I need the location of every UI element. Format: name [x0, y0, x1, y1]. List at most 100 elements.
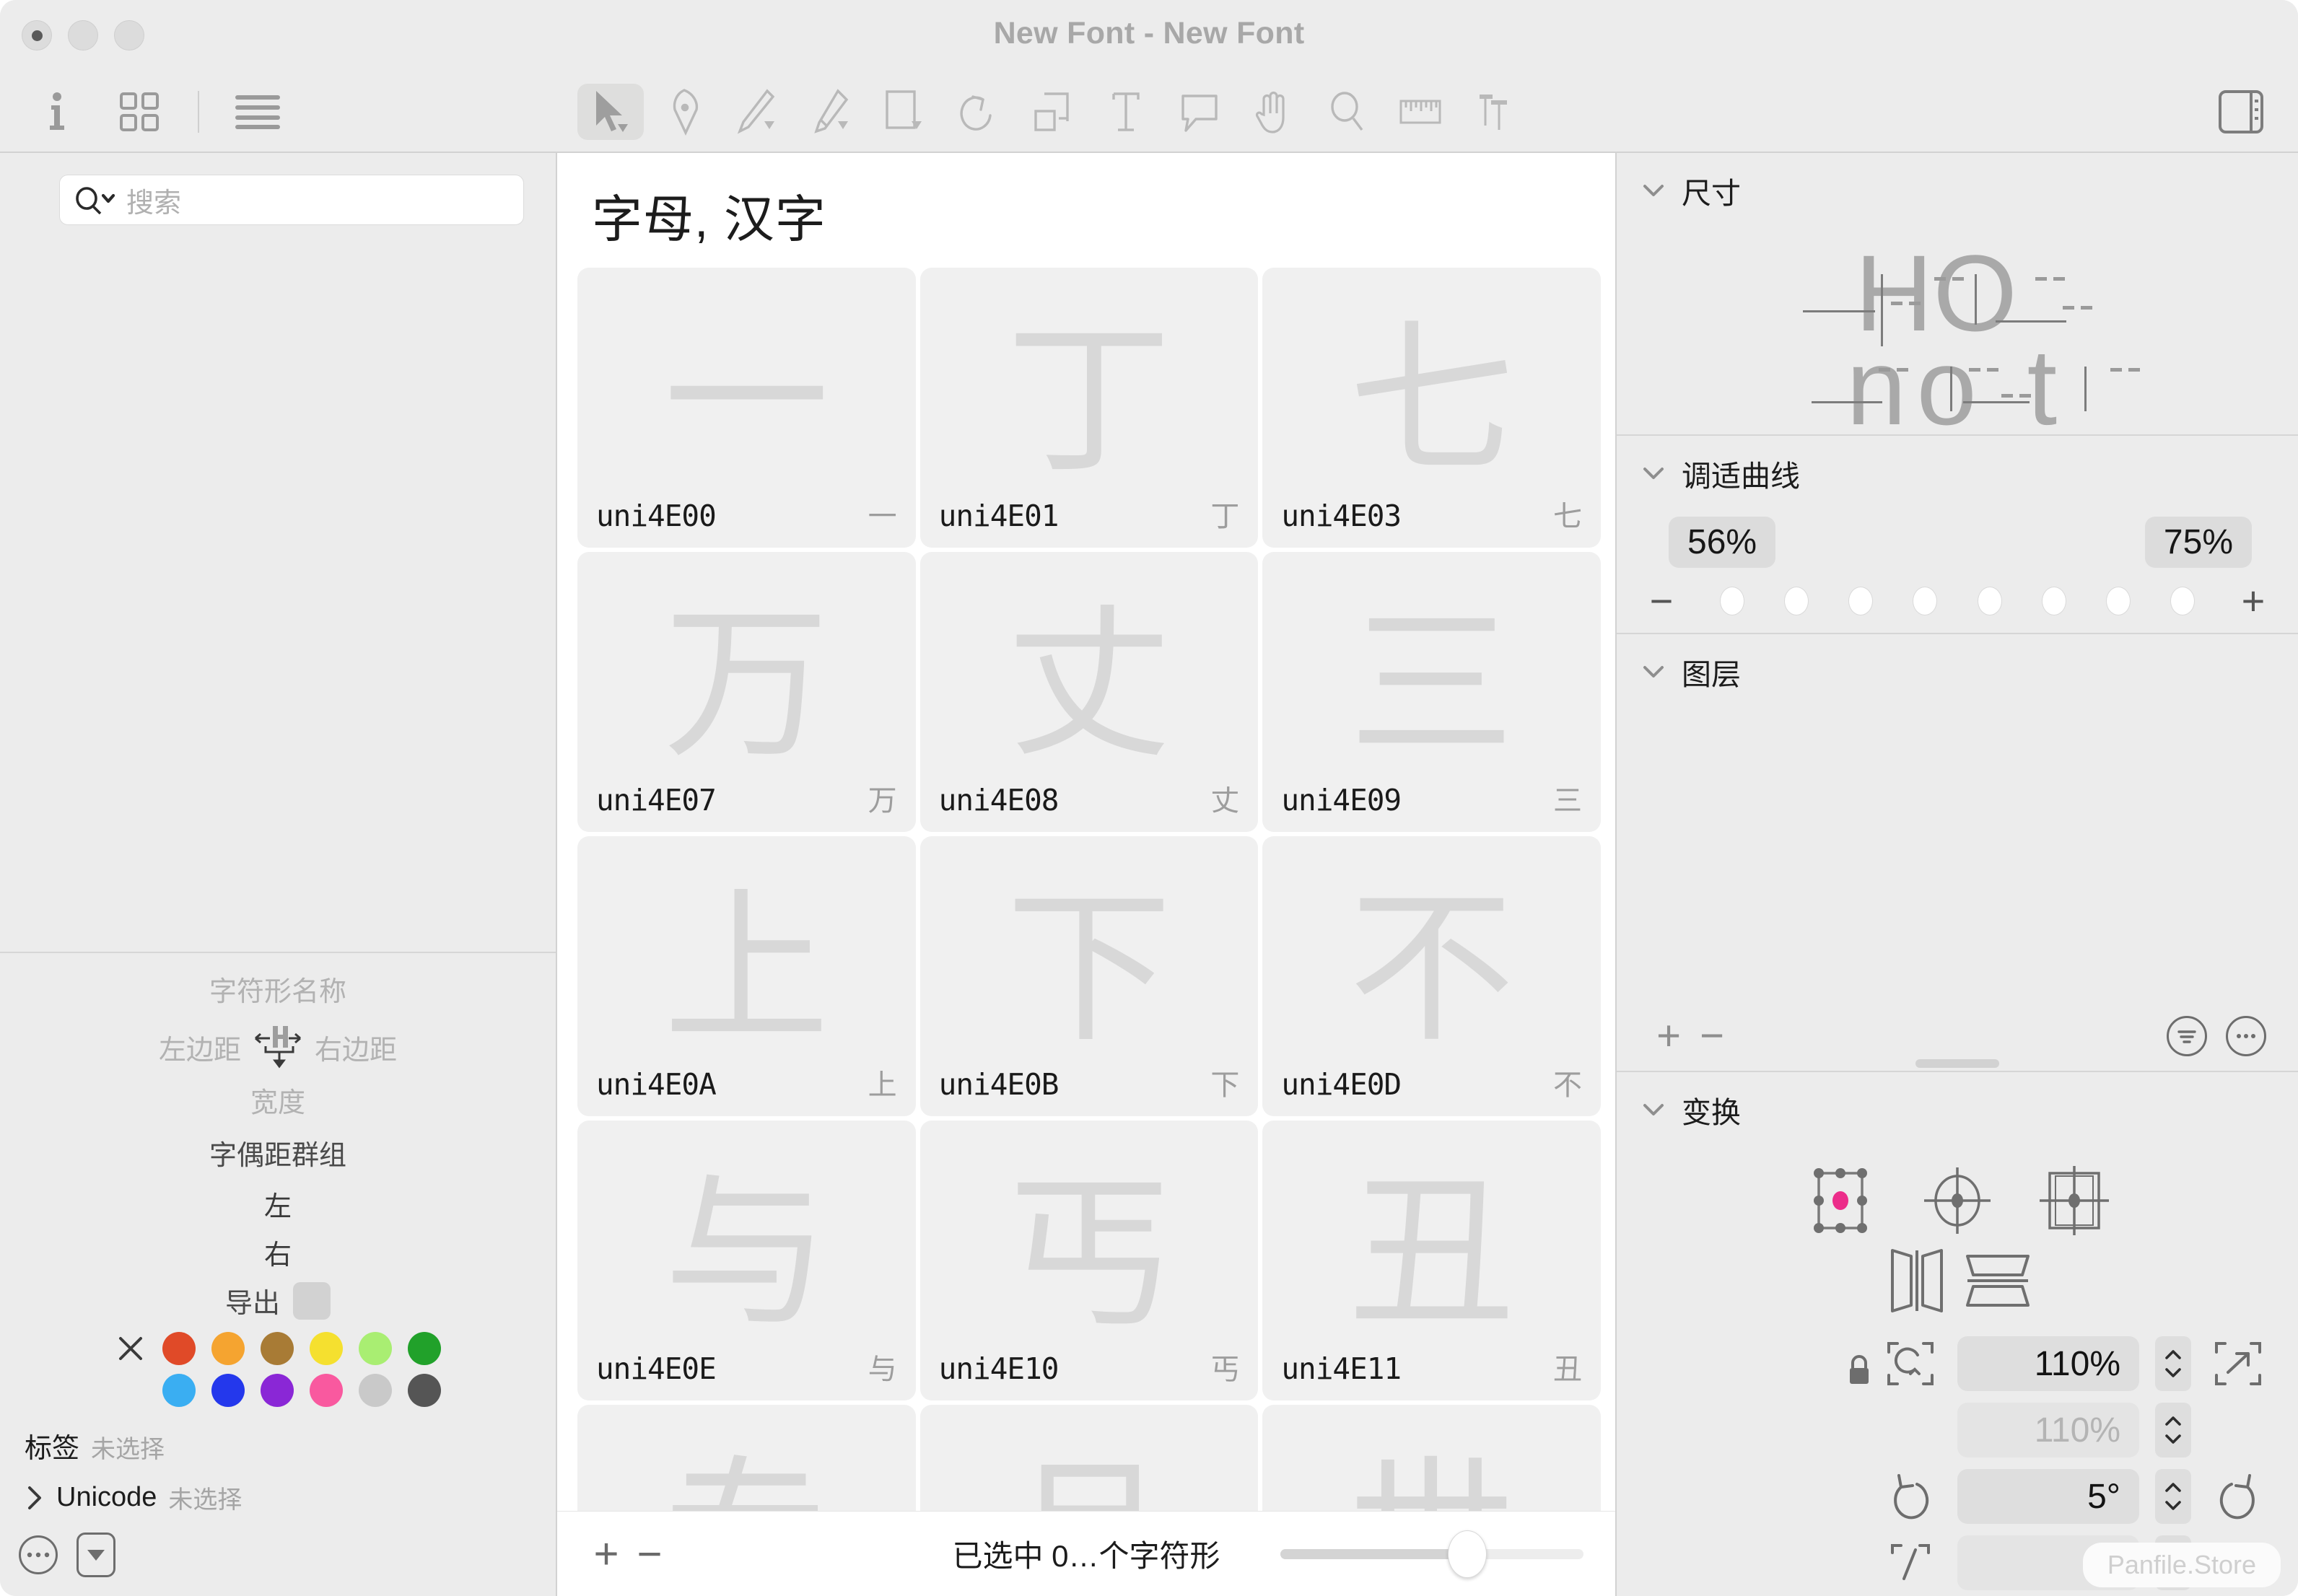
chevron-down-icon[interactable] [1641, 465, 1666, 482]
clear-color-icon[interactable] [115, 1333, 147, 1364]
color-swatch-light-blue[interactable] [162, 1374, 196, 1407]
rotate-tool[interactable] [945, 84, 1012, 140]
curve-left-value[interactable]: 56% [1669, 517, 1776, 568]
search-input[interactable]: 搜索 [59, 175, 524, 225]
layers-section-header[interactable]: 图层 [1617, 634, 2298, 706]
curve-dot[interactable] [1720, 587, 1745, 615]
metric-tick [1891, 302, 1902, 305]
glyph-cell[interactable]: 丑 uni4E11 丑 [1262, 1121, 1601, 1400]
glyph-cell[interactable]: 世 uni4E16 世 [1262, 1405, 1601, 1511]
color-swatch-orange[interactable] [211, 1332, 245, 1365]
color-swatch-dark-gray[interactable] [408, 1374, 441, 1407]
hand-tool[interactable] [1240, 84, 1306, 140]
curve-dot[interactable] [2041, 587, 2066, 615]
curve-dot[interactable] [2105, 587, 2131, 615]
color-swatch-yellow[interactable] [310, 1332, 343, 1365]
glyph-cell[interactable]: 专 uni4E13 专 [577, 1405, 916, 1511]
chevron-down-icon[interactable] [1641, 663, 1666, 680]
lock-icon[interactable] [1846, 1354, 1872, 1387]
add-glyph-button[interactable]: + [585, 1532, 628, 1575]
curve-increase-button[interactable]: + [2234, 581, 2272, 621]
pencil-tool[interactable] [798, 84, 865, 140]
glyph-cell[interactable]: 丈 uni4E08 丈 [919, 552, 1259, 832]
scale-up-icon[interactable] [2207, 1339, 2269, 1388]
color-swatch-purple[interactable] [261, 1374, 294, 1407]
layer-more-icon[interactable] [2226, 1016, 2266, 1056]
remove-layer-button[interactable]: − [1690, 1015, 1734, 1057]
text-tool[interactable] [1093, 84, 1159, 140]
measurement-tool[interactable] [1387, 84, 1454, 140]
glyph-cell[interactable]: 不 uni4E0D 不 [1262, 836, 1601, 1116]
filter-dropdown-button[interactable] [77, 1533, 115, 1577]
info-icon[interactable] [29, 84, 85, 140]
anchor-metrics-icon[interactable] [2037, 1163, 2112, 1242]
export-row: 导出 [0, 1281, 556, 1320]
scale-x-stepper[interactable] [2155, 1336, 2191, 1391]
color-swatch-gray[interactable] [359, 1374, 392, 1407]
scale-y-field[interactable]: 110% [1957, 1403, 2139, 1457]
rotate-stepper[interactable] [2155, 1469, 2191, 1524]
dimensions-section-header[interactable]: 尺寸 [1617, 153, 2298, 225]
shape-tool[interactable] [872, 84, 938, 140]
color-swatch-red[interactable] [162, 1332, 196, 1365]
glyph-cell[interactable]: 七 uni4E03 七 [1262, 268, 1601, 548]
flip-horizontal-icon[interactable] [1882, 1248, 1952, 1317]
rotate-clockwise-icon[interactable] [2207, 1471, 2269, 1522]
more-options-button[interactable] [19, 1535, 58, 1574]
curve-dot[interactable] [1977, 587, 2002, 615]
curve-right-value[interactable]: 75% [2144, 517, 2252, 568]
curve-dot[interactable] [2170, 587, 2195, 615]
flip-vertical-icon[interactable] [1963, 1248, 2032, 1317]
zoom-tool[interactable] [1314, 84, 1380, 140]
curve-decrease-button[interactable]: − [1643, 581, 1680, 621]
toggle-inspector-icon[interactable] [2213, 84, 2269, 140]
glyph-cell[interactable]: 与 uni4E0E 与 [577, 1121, 916, 1400]
export-checkbox[interactable] [293, 1281, 331, 1320]
glyph-size-slider[interactable] [1280, 1530, 1583, 1578]
rotate-counterclockwise-icon[interactable] [1879, 1471, 1941, 1522]
select-tool[interactable] [577, 84, 644, 140]
anchor-bounds-icon[interactable] [1803, 1163, 1878, 1242]
color-swatch-light-green[interactable] [359, 1332, 392, 1365]
anchor-origin-icon[interactable] [1920, 1163, 1995, 1242]
text-cursor-tool[interactable] [1461, 84, 1527, 140]
add-layer-button[interactable]: + [1647, 1015, 1690, 1057]
chevron-down-icon[interactable] [1641, 182, 1666, 199]
glyph-cell[interactable]: 且 uni4E14 且 [919, 1405, 1259, 1511]
list-view-icon[interactable] [230, 84, 286, 140]
glyph-size-slider-knob[interactable] [1448, 1530, 1487, 1578]
glyph-cell[interactable]: 万 uni4E07 万 [577, 552, 916, 832]
glyph-cell[interactable]: 三 uni4E09 三 [1262, 552, 1601, 832]
glyph-cell[interactable]: 上 uni4E0A 上 [577, 836, 916, 1116]
glyph-cell[interactable]: 丐 uni4E10 丐 [919, 1121, 1259, 1400]
annotation-tool[interactable] [1166, 84, 1233, 140]
color-swatch-blue[interactable] [211, 1374, 245, 1407]
scale-tool[interactable] [1019, 84, 1085, 140]
knife-tool[interactable] [725, 84, 791, 140]
scale-down-icon[interactable] [1879, 1339, 1941, 1388]
scale-y-stepper[interactable] [2155, 1403, 2191, 1457]
curve-dot[interactable] [1848, 587, 1874, 615]
remove-glyph-button[interactable]: − [628, 1532, 671, 1575]
color-swatch-brown[interactable] [261, 1332, 294, 1365]
glyph-grid-scroll[interactable]: 一 uni4E00 一 丁 uni4E01 丁 七 uni4E03 七 万 un… [557, 268, 1615, 1511]
color-swatch-pink[interactable] [310, 1374, 343, 1407]
layers-list[interactable] [1617, 706, 2298, 1001]
slant-left-icon[interactable] [1879, 1543, 1941, 1583]
glyph-cell[interactable]: 一 uni4E00 一 [577, 268, 916, 548]
unicode-row[interactable]: Unicode 未选择 [0, 1465, 556, 1515]
glyph-cell[interactable]: 丁 uni4E01 丁 [919, 268, 1259, 548]
transform-section-header[interactable]: 变换 [1617, 1072, 2298, 1144]
layer-options-icon[interactable] [2167, 1016, 2207, 1056]
glyph-cell[interactable]: 下 uni4E0B 下 [919, 836, 1259, 1116]
scale-x-field[interactable]: 110% [1957, 1336, 2139, 1391]
curve-dot[interactable] [1913, 587, 1938, 615]
color-swatch-green[interactable] [408, 1332, 441, 1365]
grid-view-icon[interactable] [111, 84, 167, 140]
chevron-down-icon[interactable] [1641, 1101, 1666, 1118]
panel-resize-grip[interactable] [1915, 1059, 1999, 1068]
curve-dot[interactable] [1784, 587, 1809, 615]
pen-tool[interactable] [651, 84, 717, 140]
rotate-field[interactable]: 5° [1957, 1469, 2139, 1524]
tag-row[interactable]: 标签 未选择 [0, 1407, 556, 1465]
